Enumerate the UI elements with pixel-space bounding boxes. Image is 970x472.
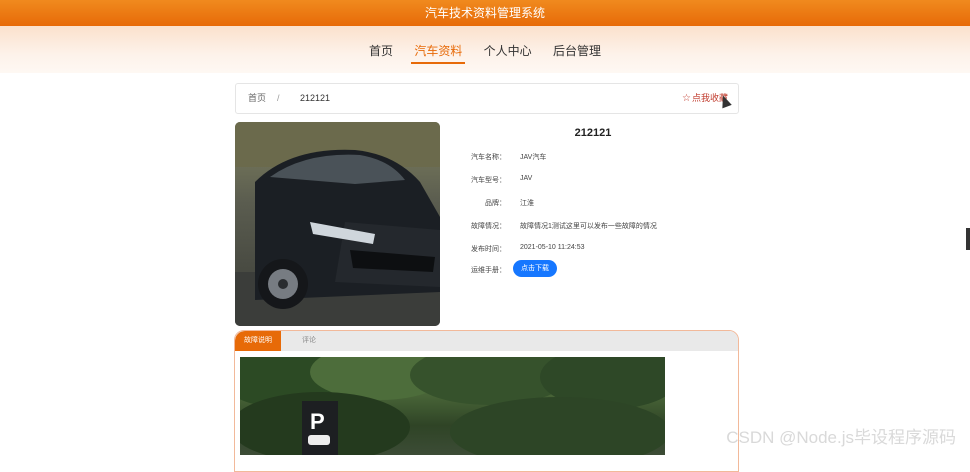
tab-fault-description[interactable]: 故障说明 bbox=[235, 331, 281, 351]
breadcrumb-home-link[interactable]: 首页 bbox=[248, 84, 266, 113]
parking-sign-letter: P bbox=[310, 409, 325, 434]
tab-content-photo: P bbox=[240, 357, 665, 455]
nav-band: 首页 汽车资料 个人中心 后台管理 bbox=[0, 26, 970, 73]
nav-item-car-materials[interactable]: 汽车资料 bbox=[411, 40, 466, 64]
app-header: 汽车技术资料管理系统 bbox=[0, 0, 970, 26]
main-nav: 首页 汽车资料 个人中心 后台管理 bbox=[0, 40, 970, 64]
breadcrumb-current: 212121 bbox=[300, 93, 331, 103]
nav-item-admin[interactable]: 后台管理 bbox=[550, 40, 604, 62]
nav-item-home[interactable]: 首页 bbox=[366, 40, 396, 62]
app-title: 汽车技术资料管理系统 bbox=[424, 6, 545, 20]
breadcrumb: 首页 / 212121 ☆点我收藏 bbox=[235, 83, 739, 114]
nav-item-personal-center[interactable]: 个人中心 bbox=[481, 40, 535, 62]
car-illustration bbox=[235, 122, 440, 326]
breadcrumb-separator: / bbox=[277, 93, 280, 103]
watermark: CSDN @Node.js毕设程序源码 bbox=[726, 428, 956, 447]
download-button[interactable]: 点击下载 bbox=[513, 260, 557, 277]
car-photo bbox=[235, 122, 440, 326]
star-outline-icon: ☆ bbox=[682, 93, 691, 104]
scroll-handle[interactable] bbox=[966, 228, 970, 250]
tab-bar: 故障说明 评论 bbox=[235, 331, 738, 351]
tab-comments[interactable]: 评论 bbox=[293, 331, 325, 351]
parking-scene-illustration: P bbox=[240, 357, 665, 455]
detail-title: 212121 bbox=[574, 127, 612, 139]
